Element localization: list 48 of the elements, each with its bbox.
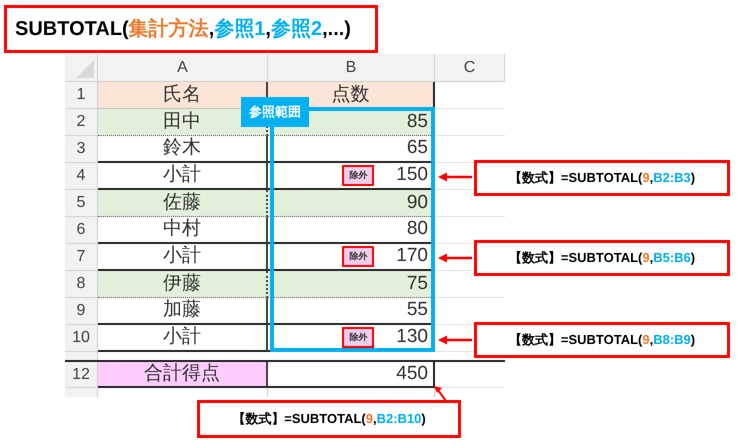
score-value: 90 [406,190,428,215]
row-number[interactable]: 4 [65,163,98,190]
row-number[interactable]: 5 [65,190,98,217]
excluded-tag: 除外 [342,246,374,267]
arrow-icon [434,386,448,402]
row-number[interactable]: 7 [65,244,98,271]
row-header-cell[interactable] [65,352,98,360]
score-value: 75 [406,272,428,296]
score-value: 55 [406,298,428,322]
score-value: 450 [396,362,428,386]
row-number[interactable]: 12 [65,362,98,388]
score-value: 85 [406,110,428,134]
excluded-tag: 除外 [342,327,374,348]
table-cell: 小計 [98,163,268,190]
row-number[interactable]: 3 [65,136,98,163]
table-cell: 中村 [98,217,268,244]
row-number[interactable]: 9 [65,298,98,325]
row-header-cell[interactable] [65,388,98,397]
formula-callout: 【数式】=SUBTOTAL(9,B2:B10) [197,400,461,438]
formula-callout: 【数式】=SUBTOTAL(9,B2:B3) [474,160,730,196]
column-header[interactable]: C [435,54,505,81]
column-header[interactable]: B [268,54,435,81]
excluded-tag: 除外 [342,165,374,186]
arrow-icon [438,172,472,182]
table-cell: 佐藤 [98,190,268,217]
row-number[interactable]: 2 [65,109,98,136]
table-cell: 加藤 [98,298,268,325]
select-all-corner-icon[interactable] [76,60,94,78]
syntax-title: SUBTOTAL(集計方法,参照1,参照2,...) [4,5,378,53]
column-header[interactable]: A [98,54,268,81]
score-value: 80 [406,217,428,242]
table-cell: 鈴木 [98,136,268,163]
table-cell: 小計 [98,244,268,271]
formula-callout: 【数式】=SUBTOTAL(9,B5:B6) [474,240,730,276]
arrow-icon [438,335,472,345]
table-cell: 伊藤 [98,271,268,298]
table-cell: 合計得点 [98,362,268,388]
formula-callout: 【数式】=SUBTOTAL(9,B8:B9) [474,322,730,358]
score-value: 65 [406,136,428,160]
row-number[interactable]: 10 [65,325,98,352]
row-number[interactable]: 6 [65,217,98,244]
score-value: 150 [396,163,428,188]
table-cell: 小計 [98,325,268,352]
row-number[interactable]: 8 [65,271,98,298]
arrow-icon [438,253,472,263]
row-number[interactable]: 1 [65,82,98,109]
score-value: 130 [396,325,428,350]
score-value: 170 [396,244,428,268]
